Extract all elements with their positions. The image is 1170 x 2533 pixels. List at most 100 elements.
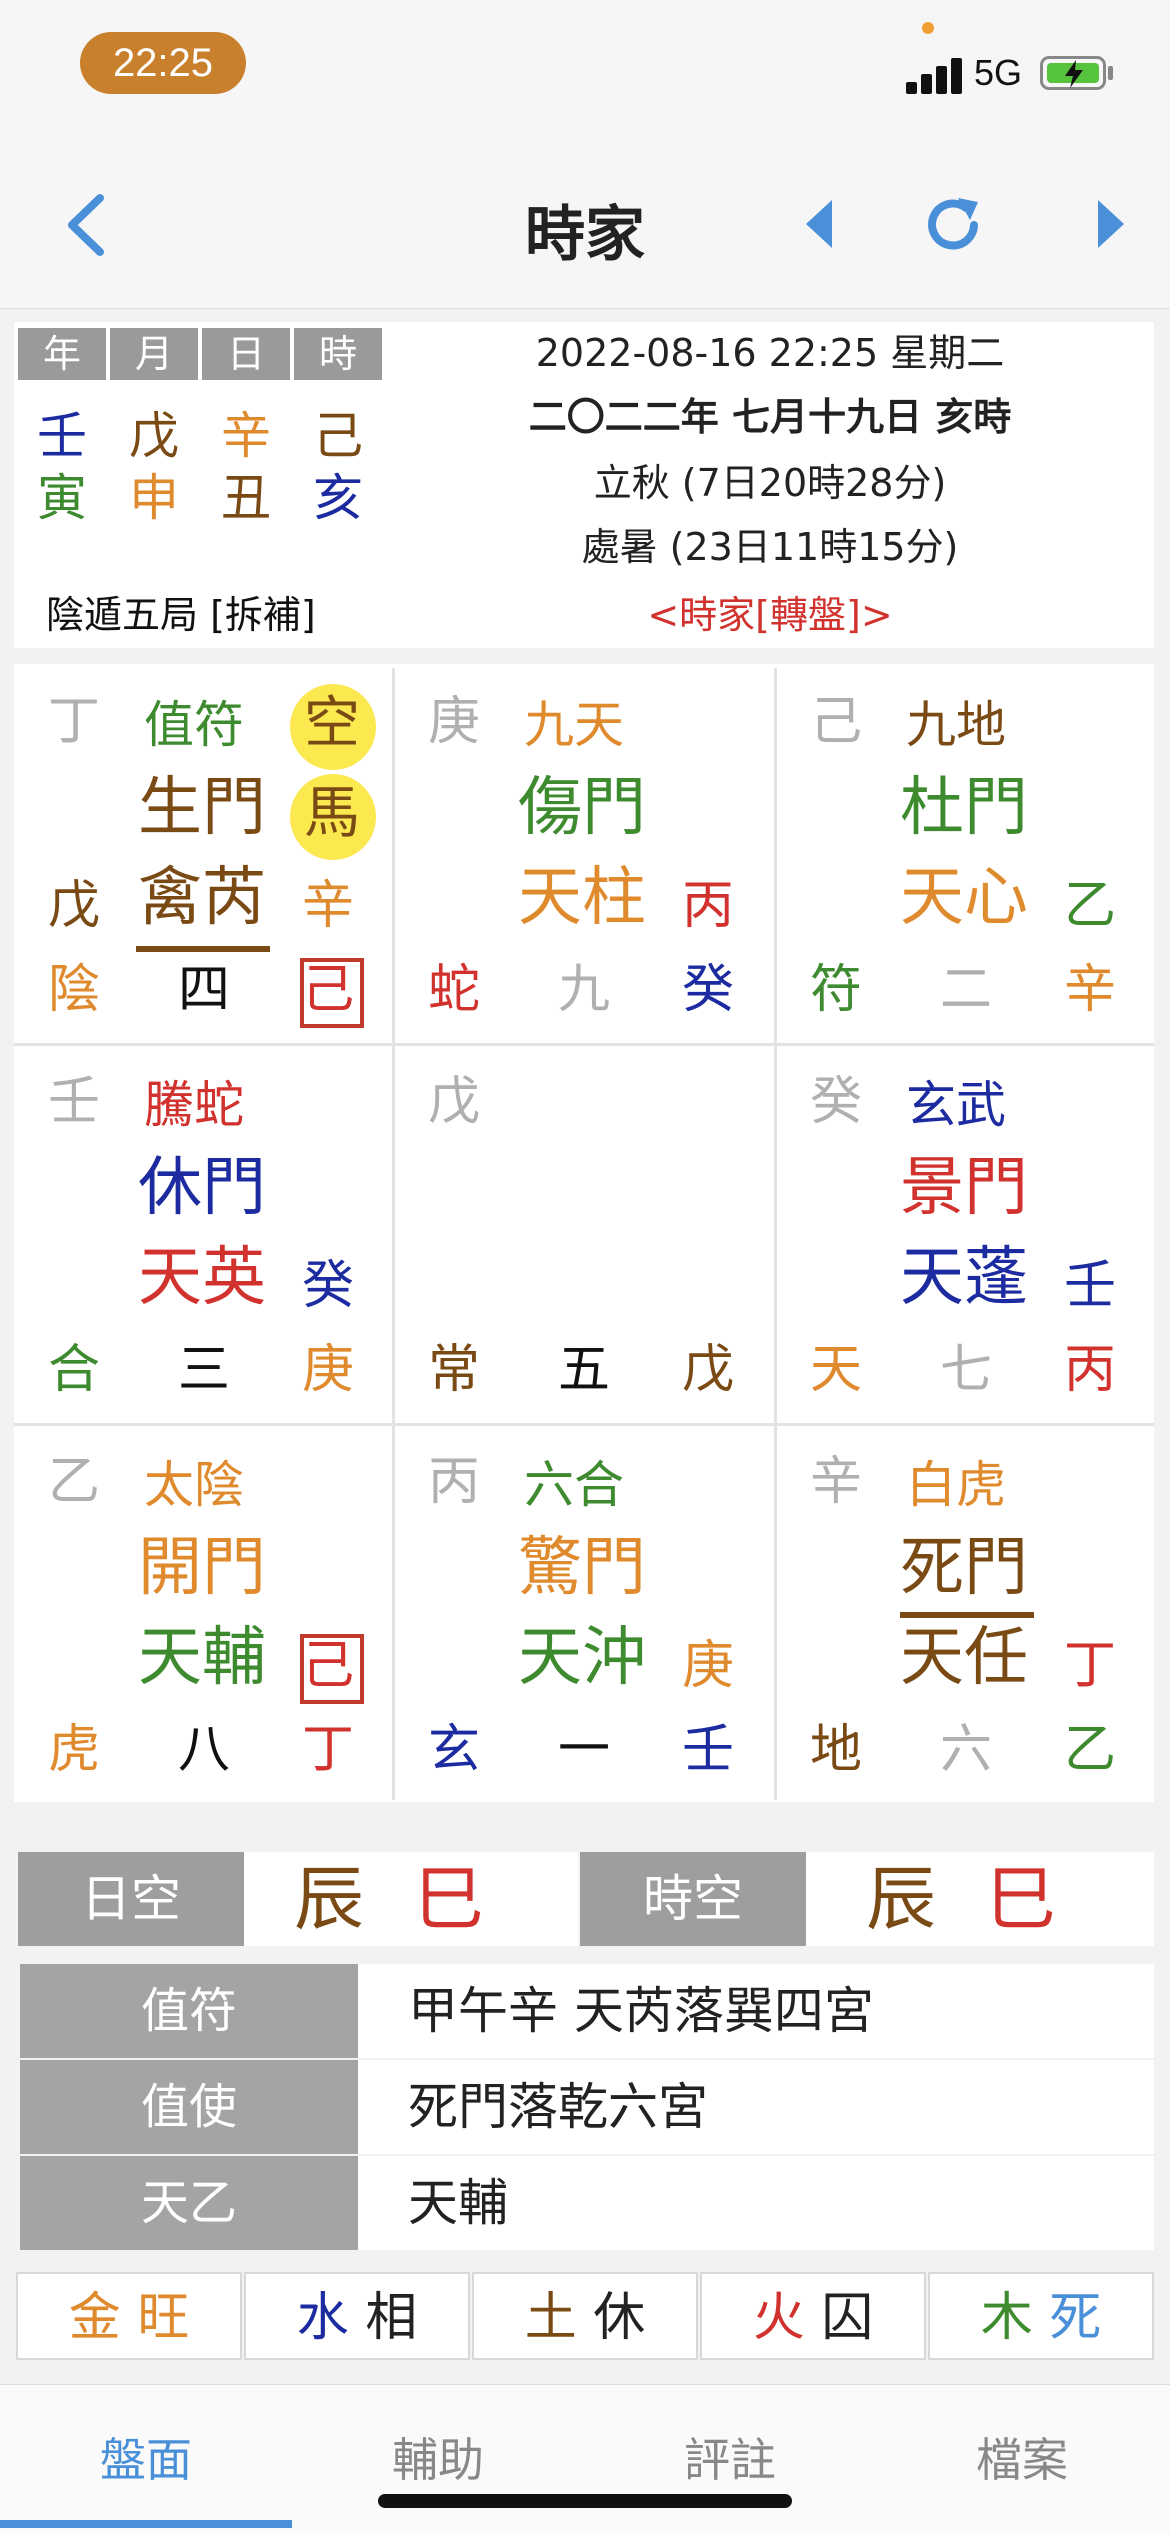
- spirit: 天: [810, 1340, 863, 1400]
- pillar-header-year: 年: [18, 328, 106, 380]
- door: 開門: [138, 1531, 266, 1605]
- star: 天任: [900, 1621, 1028, 1695]
- corner-stem: 庚: [302, 1340, 355, 1400]
- door: 景門: [900, 1151, 1028, 1225]
- deity: 玄武: [906, 1076, 1006, 1134]
- earth-stem: 己: [810, 692, 863, 752]
- deity: 九天: [524, 696, 624, 754]
- deity: 白虎: [906, 1456, 1006, 1514]
- tab-chart[interactable]: 盤面: [0, 2424, 292, 2490]
- previous-button[interactable]: [800, 194, 840, 254]
- heaven-stem: 乙: [1064, 876, 1117, 936]
- door: 死門: [900, 1531, 1028, 1605]
- door: 驚門: [518, 1531, 646, 1605]
- earth-stem: 癸: [810, 1072, 863, 1132]
- door: 杜門: [900, 771, 1028, 845]
- corner-stem: 丙: [1064, 1340, 1117, 1400]
- chevron-left-icon: [68, 194, 104, 256]
- void-badge-text: 空: [304, 691, 360, 756]
- deity: 騰蛇: [144, 1076, 244, 1134]
- palace-number: 七: [940, 1340, 993, 1400]
- pillar-header-month: 月: [110, 328, 198, 380]
- star: 天蓬: [900, 1241, 1028, 1315]
- home-indicator: [378, 2494, 792, 2508]
- palace-number: 一: [558, 1720, 611, 1780]
- element-water: 水 相: [244, 2272, 470, 2360]
- star-underline: [136, 946, 270, 952]
- tab-archive[interactable]: 檔案: [876, 2424, 1168, 2490]
- triangle-right-icon: [1098, 200, 1124, 248]
- spirit: 玄: [428, 1720, 481, 1780]
- zhishi-value: 死門落乾六宮: [358, 2060, 1154, 2154]
- refresh-icon: [928, 198, 978, 250]
- solar-term-current: 立秋 (7日20時28分): [593, 461, 947, 505]
- spirit: 合: [48, 1340, 101, 1400]
- door: 生門: [138, 771, 266, 845]
- star: 天輔: [138, 1621, 266, 1695]
- pillar-header-hour: 時: [294, 328, 382, 380]
- spirit: 常: [428, 1340, 481, 1400]
- tianyi-value: 天輔: [358, 2156, 1154, 2250]
- chart-mode-link[interactable]: <時家[轉盤]>: [440, 584, 1100, 639]
- bureau-label: 陰遁五局 [拆補]: [46, 593, 316, 637]
- palace-number: 五: [558, 1340, 611, 1400]
- solar-term-next: 處暑 (23日11時15分): [581, 525, 959, 569]
- status-time: 22:25: [80, 32, 246, 94]
- signal-icon: [906, 56, 962, 94]
- heaven-stem: 癸: [302, 1256, 355, 1316]
- pillar-header-day: 日: [202, 328, 290, 380]
- spirit: 虎: [48, 1720, 101, 1780]
- page-title: 時家: [525, 200, 645, 270]
- earth-stem: 庚: [428, 692, 481, 752]
- star: 天沖: [518, 1621, 646, 1695]
- privacy-dot-icon: [922, 22, 934, 34]
- hour-void-values: 辰 巳: [806, 1852, 1154, 1946]
- month-branch: 申: [129, 469, 179, 527]
- deity: 值符: [144, 696, 244, 754]
- corner-stem: 戊: [682, 1340, 735, 1400]
- heaven-stem: 辛: [302, 876, 355, 936]
- palace-number: 九: [558, 960, 611, 1020]
- star: 天英: [138, 1241, 266, 1315]
- element-fire: 火 囚: [700, 2272, 926, 2360]
- element-metal: 金 旺: [16, 2272, 242, 2360]
- heaven-stem: 丁: [1064, 1636, 1117, 1696]
- palace-number: 二: [940, 960, 993, 1020]
- heaven-stem: 庚: [682, 1636, 735, 1696]
- corner-stem: 乙: [1064, 1720, 1117, 1780]
- refresh-button[interactable]: [920, 192, 986, 258]
- door-underline: [900, 1612, 1034, 1618]
- corner-box: [300, 958, 364, 1028]
- deity: 九地: [906, 696, 1006, 754]
- heaven-stem-box: [300, 1634, 364, 1704]
- tab-auxiliary[interactable]: 輔助: [292, 2424, 584, 2490]
- side-stem: 戊: [48, 876, 101, 936]
- corner-stem: 癸: [682, 960, 735, 1020]
- back-button[interactable]: [56, 190, 116, 260]
- earth-stem: 壬: [48, 1072, 101, 1132]
- door: 傷門: [518, 771, 646, 845]
- star: 天柱: [518, 861, 646, 935]
- earth-stem: 戊: [428, 1072, 481, 1132]
- palace-number: 三: [178, 1340, 231, 1400]
- heaven-stem: 壬: [1064, 1256, 1117, 1316]
- gregorian-datetime: 2022-08-16 22:25 星期二: [535, 331, 1005, 375]
- palace-number: 四: [178, 960, 231, 1020]
- zhifu-label: 值符: [20, 1964, 358, 2058]
- star: 天心: [900, 861, 1028, 935]
- deity: 六合: [524, 1456, 624, 1514]
- element-wood: 木 死: [928, 2272, 1154, 2360]
- lunar-date: 二〇二二年 七月十九日 亥時: [528, 395, 1012, 439]
- day-void-values: 辰 巳: [244, 1852, 578, 1946]
- triangle-left-icon: [806, 200, 832, 248]
- horse-badge-text: 馬: [304, 781, 360, 846]
- hour-void-label: 時空: [580, 1852, 806, 1946]
- earth-stem: 乙: [48, 1452, 101, 1512]
- spirit: 蛇: [428, 960, 481, 1020]
- palace-number: 八: [178, 1720, 231, 1780]
- next-button[interactable]: [1090, 194, 1130, 254]
- element-earth: 土 休: [472, 2272, 698, 2360]
- tab-commentary[interactable]: 評註: [584, 2424, 876, 2490]
- zhishi-label: 值使: [20, 2060, 358, 2154]
- year-branch: 寅: [37, 469, 87, 527]
